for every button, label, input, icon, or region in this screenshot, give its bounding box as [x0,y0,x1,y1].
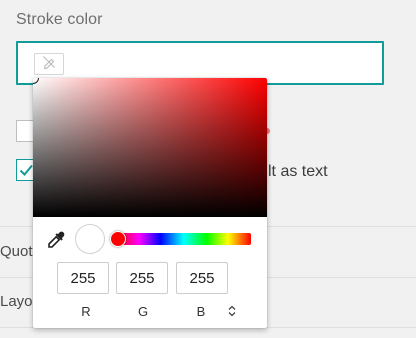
red-channel-label: R [81,304,91,319]
stroke-color-swatch-button[interactable] [34,53,64,75]
eyedropper-icon[interactable] [45,229,67,251]
default-as-text-label: lt as text [268,163,328,180]
blue-channel-input[interactable] [176,262,228,294]
saturation-handle[interactable] [33,78,39,84]
color-preview [75,224,105,254]
pen-slash-icon [41,54,57,75]
up-down-chevron-icon[interactable] [226,304,238,318]
hue-slider-thumb[interactable] [110,231,126,247]
green-channel-label: G [137,304,149,319]
stroke-color-label: Stroke color [16,11,103,28]
quote-row-label[interactable]: Quot [0,243,33,260]
color-picker-popup: R G B [33,78,267,328]
blue-channel-label: B [196,304,206,319]
green-channel-input[interactable] [116,262,168,294]
red-channel-input[interactable] [57,262,109,294]
layout-row-label[interactable]: Layo [0,293,33,310]
hue-slider[interactable] [110,231,251,247]
saturation-value-area[interactable] [33,78,267,217]
